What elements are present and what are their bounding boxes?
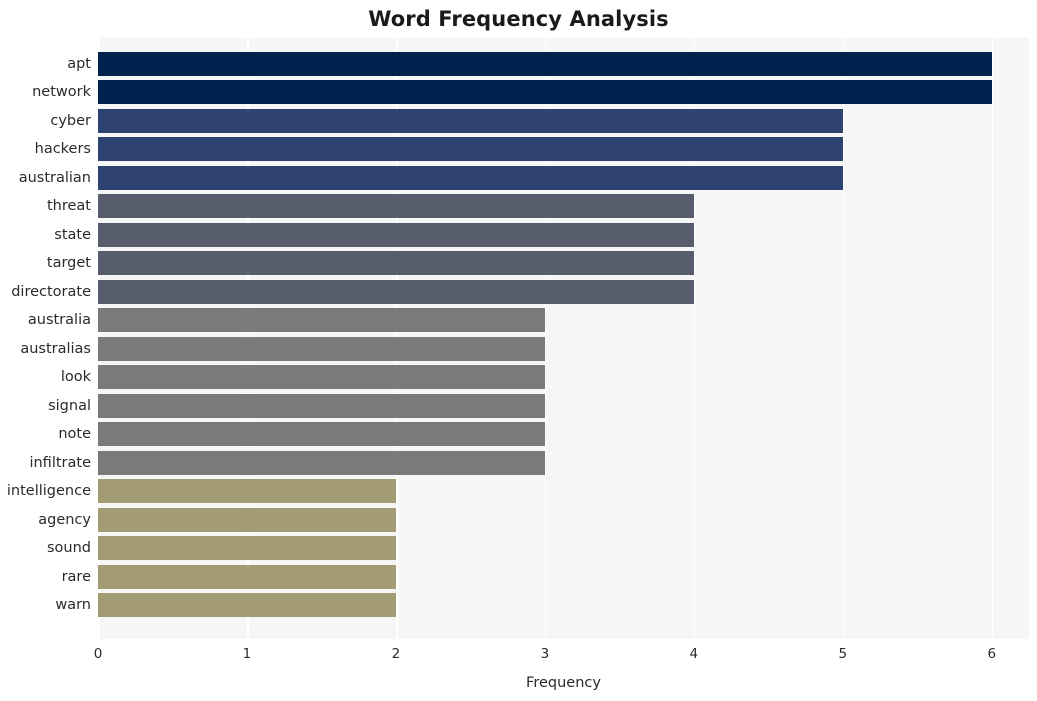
x-tick-label-4: 4 <box>689 646 699 662</box>
bar-intelligence[interactable] <box>98 479 396 504</box>
y-tick-label-warn: warn <box>55 597 91 614</box>
bar-sound[interactable] <box>98 536 396 561</box>
y-tick-label-cyber: cyber <box>50 112 91 129</box>
x-axis-tick-labels: 0 1 2 3 4 5 6 <box>0 645 1037 667</box>
y-axis-tick-labels: apt network cyber hackers australian threat st… <box>0 38 91 639</box>
bar-infiltrate[interactable] <box>98 450 545 475</box>
y-tick-label-agency: agency <box>38 511 91 528</box>
y-tick-label-hackers: hackers <box>34 141 91 158</box>
bar-signal[interactable] <box>98 393 545 418</box>
y-tick-label-apt: apt <box>67 56 91 72</box>
y-tick-label-network: network <box>32 84 91 101</box>
y-tick-label-threat: threat <box>46 198 91 215</box>
bar-state[interactable] <box>98 222 694 247</box>
bar-australias[interactable] <box>98 336 545 361</box>
bar-apt[interactable] <box>98 52 992 76</box>
y-tick-label-intelligence: intelligence <box>6 483 91 500</box>
word-frequency-chart-figure: Word Frequency Analysis apt network cyber h… <box>0 0 1037 701</box>
plot-area <box>98 38 1029 639</box>
y-tick-label-infiltrate: infiltrate <box>29 454 91 471</box>
x-tick-label-5: 5 <box>838 646 848 662</box>
x-axis-title: Frequency <box>526 675 601 691</box>
y-tick-label-note: note <box>58 426 91 443</box>
x-tick-label-1: 1 <box>242 646 252 662</box>
y-tick-label-australian: australian <box>18 169 91 186</box>
y-tick-label-directorate: directorate <box>11 283 91 300</box>
y-tick-label-target: target <box>46 255 91 272</box>
bar-australian[interactable] <box>98 165 843 190</box>
bar-target[interactable] <box>98 251 694 276</box>
bar-rare[interactable] <box>98 564 396 589</box>
y-tick-label-signal: signal <box>48 397 91 414</box>
x-tick-label-3: 3 <box>540 646 550 662</box>
bar-hackers[interactable] <box>98 137 843 162</box>
y-tick-label-sound: sound <box>46 540 91 557</box>
x-tick-label-6: 6 <box>987 646 997 662</box>
y-tick-label-state: state <box>54 226 91 243</box>
bar-threat[interactable] <box>98 194 694 219</box>
x-tick-label-0: 0 <box>93 646 103 662</box>
y-tick-label-look: look <box>60 369 91 386</box>
bar-network[interactable] <box>98 80 992 105</box>
bar-directorate[interactable] <box>98 279 694 304</box>
bar-cyber[interactable] <box>98 108 843 133</box>
x-tick-label-2: 2 <box>391 646 401 662</box>
bar-warn[interactable] <box>98 593 396 618</box>
bar-look[interactable] <box>98 365 545 390</box>
bars-group <box>98 38 1029 639</box>
y-tick-label-rare: rare <box>61 568 91 585</box>
bar-agency[interactable] <box>98 507 396 532</box>
bar-note[interactable] <box>98 422 545 447</box>
y-tick-label-australias: australias <box>20 340 91 357</box>
y-tick-label-australia: australia <box>27 312 91 329</box>
bar-australia[interactable] <box>98 308 545 333</box>
chart-title: Word Frequency Analysis <box>368 7 669 31</box>
